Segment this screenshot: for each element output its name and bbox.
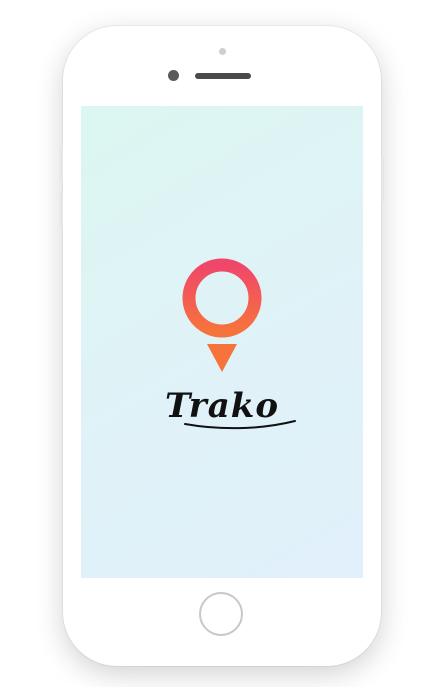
phone-device-frame: Trako <box>60 26 384 666</box>
volume-down-button <box>60 192 63 228</box>
earpiece-speaker <box>195 73 251 79</box>
home-button[interactable] <box>199 592 243 636</box>
splash-screen: Trako <box>81 106 363 578</box>
pin-ring <box>182 258 262 338</box>
volume-up-button <box>60 146 63 182</box>
pin-point <box>207 344 237 372</box>
power-button <box>381 156 384 202</box>
mockup-stage: Trako <box>0 0 429 687</box>
front-camera <box>219 48 226 55</box>
proximity-sensor <box>168 70 179 81</box>
wordmark-flourish <box>184 420 296 430</box>
map-pin-icon <box>182 258 262 372</box>
